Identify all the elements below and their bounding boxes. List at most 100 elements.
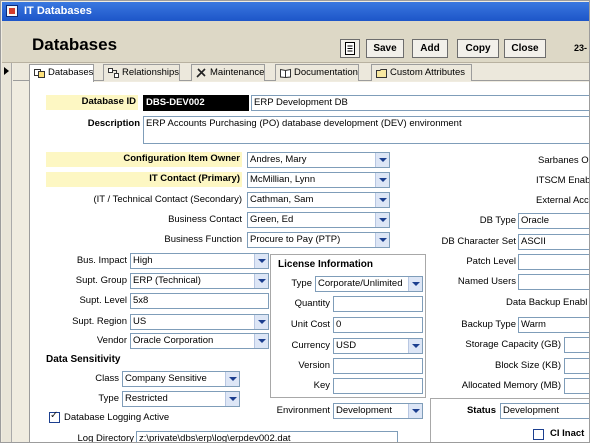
it-contact-primary-label: IT Contact (Primary) — [46, 172, 242, 187]
tab-label: Maintenance — [210, 67, 265, 78]
it-contact-primary-value: McMillian, Lynn — [250, 174, 316, 185]
business-contact-label: Business Contact — [168, 214, 242, 225]
chevron-down-icon[interactable] — [254, 254, 268, 268]
print-button[interactable] — [340, 39, 360, 58]
db-charset-field[interactable]: ASCII — [518, 234, 589, 250]
sensitivity-type-combo[interactable]: Restricted — [122, 391, 240, 407]
supt-region-label: Supt. Region — [72, 316, 127, 327]
chevron-down-icon[interactable] — [408, 339, 422, 353]
database-name-field[interactable]: ERP Development DB — [251, 95, 589, 111]
it-contact-primary-combo[interactable]: McMillian, Lynn — [247, 172, 390, 188]
save-button[interactable]: Save — [366, 39, 404, 58]
chevron-down-icon[interactable] — [408, 404, 422, 418]
it-contact-secondary-combo[interactable]: Cathman, Sam — [247, 192, 390, 208]
tab-label: Relationships — [122, 67, 180, 78]
db-charset-label: DB Character Set — [441, 236, 516, 247]
record-selector[interactable] — [2, 63, 12, 442]
supt-region-combo[interactable]: US — [130, 314, 269, 330]
ci-inactive-checkbox[interactable] — [533, 429, 544, 440]
title-bar: IT Databases — [2, 2, 589, 21]
business-function-label: Business Function — [164, 234, 242, 245]
license-heading: License Information — [278, 259, 374, 270]
quantity-field[interactable] — [333, 296, 423, 312]
storage-capacity-field[interactable] — [564, 337, 589, 353]
app-icon — [6, 5, 18, 17]
business-function-combo[interactable]: Procure to Pay (PTP) — [247, 232, 390, 248]
patch-level-field[interactable] — [518, 254, 589, 270]
ci-owner-combo[interactable]: Andres, Mary — [247, 152, 390, 168]
chevron-down-icon[interactable] — [254, 334, 268, 348]
sensitivity-class-value: Company Sensitive — [125, 373, 207, 384]
supt-group-combo[interactable]: ERP (Technical) — [130, 273, 269, 289]
chevron-down-icon[interactable] — [375, 213, 389, 227]
chevron-down-icon[interactable] — [375, 153, 389, 167]
chevron-down-icon[interactable] — [408, 277, 422, 291]
book-icon — [280, 68, 291, 78]
backup-type-field[interactable]: Warm — [518, 317, 589, 333]
chevron-down-icon[interactable] — [375, 173, 389, 187]
environment-value: Development — [336, 405, 392, 416]
bus-impact-combo[interactable]: High — [130, 253, 269, 269]
it-contact-secondary-value: Cathman, Sam — [250, 194, 314, 205]
currency-value: USD — [336, 340, 357, 351]
chevron-down-icon[interactable] — [225, 392, 239, 406]
status-field[interactable]: Development — [500, 403, 589, 419]
tab-strip: Databases Relationships Maintenance Docu… — [13, 63, 589, 82]
it-contact-secondary-label: (IT / Technical Contact (Secondary) — [93, 194, 242, 205]
db-type-field[interactable]: Oracle — [518, 213, 589, 229]
unit-cost-field[interactable]: 0 — [333, 317, 423, 333]
license-type-label: Type — [291, 278, 312, 289]
chevron-down-icon[interactable] — [375, 193, 389, 207]
db-logging-checkbox[interactable] — [49, 410, 60, 423]
external-label: External Acc — [536, 195, 589, 206]
copy-button[interactable]: Copy — [457, 39, 499, 58]
license-type-combo[interactable]: Corporate/Unlimited — [315, 276, 423, 292]
itscm-label: ITSCM Enab — [536, 175, 590, 186]
database-id-field[interactable]: DBS-DEV002 — [143, 95, 249, 111]
tab-label: Databases — [48, 67, 94, 78]
supt-level-field[interactable]: 5x8 — [130, 293, 269, 309]
tab-custom-attributes[interactable]: Custom Attributes — [371, 64, 472, 81]
sensitivity-class-combo[interactable]: Company Sensitive — [122, 371, 240, 387]
relationships-icon — [108, 68, 119, 78]
tab-relationships[interactable]: Relationships — [103, 64, 181, 81]
chevron-down-icon[interactable] — [225, 372, 239, 386]
sensitivity-type-value: Restricted — [125, 393, 168, 404]
log-directory-field[interactable]: z:\private\dbs\erp\log\erpdev002.dat — [136, 431, 398, 442]
tab-label: Custom Attributes — [390, 67, 465, 78]
supt-level-label: Supt. Level — [79, 295, 127, 306]
key-label: Key — [313, 380, 330, 391]
license-type-value: Corporate/Unlimited — [318, 278, 403, 289]
version-field[interactable] — [333, 358, 423, 374]
app-window: IT Databases Databases Save Add Copy Clo… — [0, 0, 590, 443]
business-contact-combo[interactable]: Green, Ed — [247, 212, 390, 228]
close-button[interactable]: Close — [504, 39, 546, 58]
backup-type-label: Backup Type — [461, 319, 516, 330]
currency-combo[interactable]: USD — [333, 338, 423, 354]
tools-icon — [196, 68, 206, 78]
tab-label: Documentation — [294, 67, 358, 78]
supt-group-value: ERP (Technical) — [133, 275, 201, 286]
sensitivity-type-label: Type — [98, 393, 119, 404]
allocated-memory-field[interactable] — [564, 378, 589, 394]
description-field[interactable]: ERP Accounts Purchasing (PO) database de… — [143, 116, 589, 144]
print-icon — [345, 42, 355, 55]
chevron-down-icon[interactable] — [254, 315, 268, 329]
block-size-field[interactable] — [564, 358, 589, 374]
db-logging-label: Database Logging Active — [64, 412, 170, 423]
form-title: Databases — [32, 35, 118, 54]
database-icon — [34, 69, 45, 78]
vendor-combo[interactable]: Oracle Corporation — [130, 333, 269, 349]
named-users-field[interactable] — [518, 274, 589, 290]
data-backup-label: Data Backup Enabl — [506, 297, 588, 308]
chevron-down-icon[interactable] — [375, 233, 389, 247]
business-contact-value: Green, Ed — [250, 214, 294, 225]
tab-databases[interactable]: Databases — [29, 64, 95, 82]
key-field[interactable] — [333, 378, 423, 394]
tab-maintenance[interactable]: Maintenance — [191, 64, 266, 81]
supt-group-label: Supt. Group — [75, 275, 127, 286]
chevron-down-icon[interactable] — [254, 274, 268, 288]
environment-combo[interactable]: Development — [333, 403, 423, 419]
add-button[interactable]: Add — [412, 39, 448, 58]
tab-documentation[interactable]: Documentation — [275, 64, 359, 81]
